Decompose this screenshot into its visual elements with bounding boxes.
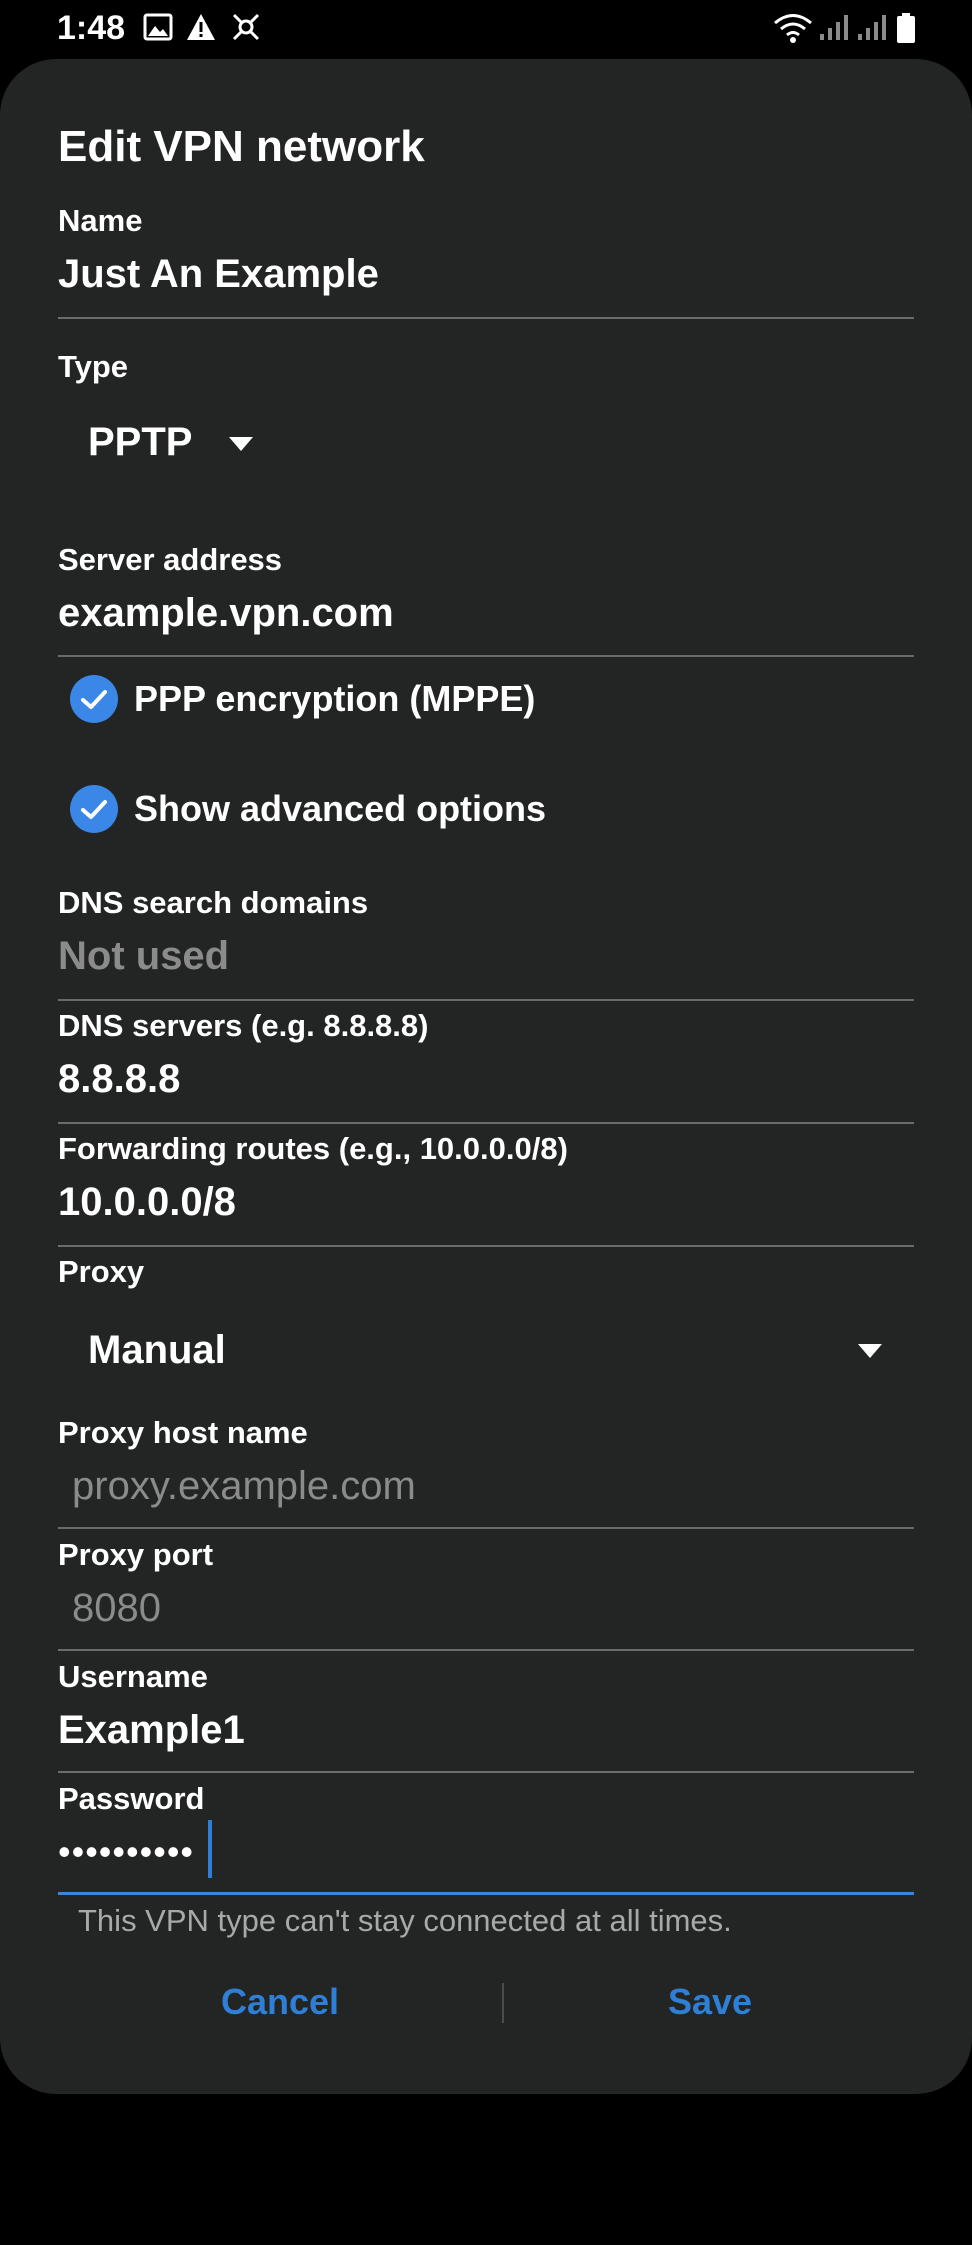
app-icon — [230, 12, 262, 47]
password-label: Password — [58, 1781, 205, 1816]
type-spinner[interactable]: PPTP — [88, 417, 192, 467]
password-field[interactable]: •••••••••• — [58, 1827, 194, 1877]
advanced-options-checkbox[interactable]: Show advanced options — [70, 783, 546, 835]
dns-servers-field[interactable]: 8.8.8.8 — [58, 1054, 180, 1104]
proxy-label: Proxy — [58, 1254, 145, 1289]
dns-servers-label: DNS servers (e.g. 8.8.8.8) — [58, 1008, 429, 1043]
username-underline — [58, 1771, 914, 1773]
dialog-title: Edit VPN network — [58, 122, 425, 171]
signal-icon — [818, 12, 852, 47]
ppp-encryption-label: PPP encryption (MPPE) — [134, 678, 536, 719]
proxy-dropdown-icon[interactable] — [858, 1344, 882, 1358]
dns-search-label: DNS search domains — [58, 885, 369, 920]
checkmark-icon — [70, 675, 118, 723]
forwarding-routes-underline — [58, 1245, 914, 1247]
forwarding-routes-label: Forwarding routes (e.g., 10.0.0.0/8) — [58, 1131, 568, 1166]
cancel-button[interactable]: Cancel — [180, 1979, 380, 2025]
proxy-host-field[interactable]: proxy.example.com — [72, 1461, 416, 1511]
button-divider — [502, 1983, 504, 2023]
dns-servers-underline — [58, 1122, 914, 1124]
name-label: Name — [58, 203, 143, 238]
forwarding-routes-field[interactable]: 10.0.0.0/8 — [58, 1177, 236, 1227]
save-button[interactable]: Save — [610, 1979, 810, 2025]
proxy-port-field[interactable]: 8080 — [72, 1583, 161, 1633]
server-address-field[interactable]: example.vpn.com — [58, 588, 394, 638]
username-label: Username — [58, 1659, 208, 1694]
status-bar: 1:48 — [0, 0, 972, 56]
ppp-encryption-checkbox[interactable]: PPP encryption (MPPE) — [70, 673, 535, 725]
text-cursor — [208, 1820, 212, 1878]
signal-icon — [856, 12, 890, 47]
proxy-host-underline — [58, 1527, 914, 1529]
edit-vpn-dialog: Edit VPN network Name Just An Example Ty… — [0, 59, 972, 2094]
username-field[interactable]: Example1 — [58, 1705, 245, 1755]
password-underline — [58, 1892, 914, 1895]
dns-search-field[interactable]: Not used — [58, 931, 229, 981]
battery-icon — [896, 12, 916, 49]
image-icon — [143, 12, 173, 47]
vpn-warning-text: This VPN type can't stay connected at al… — [78, 1903, 732, 1938]
checkmark-icon — [70, 785, 118, 833]
name-field[interactable]: Just An Example — [58, 249, 379, 299]
type-label: Type — [58, 349, 129, 384]
type-dropdown-icon[interactable] — [229, 437, 253, 451]
proxy-host-label: Proxy host name — [58, 1415, 308, 1450]
warning-icon — [185, 12, 217, 47]
proxy-port-label: Proxy port — [58, 1537, 214, 1572]
server-address-underline — [58, 655, 914, 657]
advanced-options-label: Show advanced options — [134, 788, 547, 829]
proxy-port-underline — [58, 1649, 914, 1651]
wifi-icon — [773, 12, 813, 49]
server-address-label: Server address — [58, 542, 283, 577]
name-underline — [58, 317, 914, 319]
status-time: 1:48 — [57, 9, 126, 47]
dns-search-underline — [58, 999, 914, 1001]
proxy-spinner[interactable]: Manual — [88, 1325, 226, 1375]
